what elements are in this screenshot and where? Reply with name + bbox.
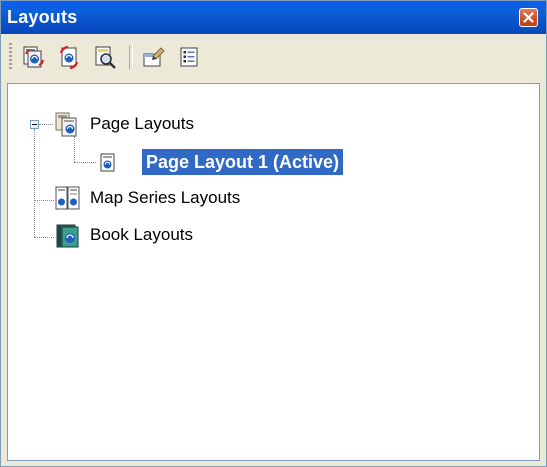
layouts-tree[interactable]: Page Layouts Page Layout 1 (Active) Map … (7, 83, 540, 461)
layout-properties-button[interactable] (137, 41, 169, 73)
close-button[interactable] (519, 8, 538, 27)
toolbar (7, 37, 542, 77)
page-layout-icon (100, 153, 115, 172)
tree-label-page-layouts: Page Layouts (90, 114, 194, 133)
map-series-layouts-icon (55, 186, 80, 210)
refresh-layouts-button[interactable] (17, 41, 49, 73)
zoom-layout-button[interactable] (89, 41, 121, 73)
layout-refresh-icon (23, 46, 44, 68)
list-view-button[interactable] (173, 41, 205, 73)
tree-label-book-layouts: Book Layouts (90, 225, 194, 244)
tree-item-map-series-layouts[interactable]: Map Series Layouts (54, 185, 314, 211)
tree-item-page-layouts[interactable]: Page Layouts (54, 111, 254, 137)
tree-connector (74, 162, 96, 163)
tree-connector (34, 237, 54, 238)
tree-connector (39, 124, 53, 125)
tree-label-page-layout-1: Page Layout 1 (Active) (142, 149, 344, 175)
toolbar-separator (129, 45, 133, 69)
page-layouts-icon (55, 112, 77, 137)
layout-zoom-icon (95, 46, 116, 69)
layouts-window: Layouts Page Layouts Page Layout 1 (Acti… (0, 0, 547, 467)
list-view-icon (180, 47, 198, 67)
tree-item-page-layout-1[interactable]: Page Layout 1 (Active) (98, 149, 418, 175)
tree-label-map-series-layouts: Map Series Layouts (90, 188, 241, 207)
title-bar[interactable]: Layouts (1, 1, 546, 34)
layout-properties-icon (143, 47, 165, 67)
tree-item-book-layouts[interactable]: Book Layouts (54, 222, 274, 248)
book-layouts-icon (56, 224, 79, 248)
window-title: Layouts (7, 7, 78, 27)
tree-connector (34, 200, 54, 201)
collapse-toggle-page-layouts[interactable] (30, 120, 39, 129)
toolbar-grip[interactable] (9, 43, 12, 71)
close-icon (523, 12, 534, 23)
layout-sync-icon (59, 45, 79, 69)
sync-layout-button[interactable] (53, 41, 85, 73)
tree-connector (74, 136, 75, 162)
tree-connector (34, 129, 35, 237)
